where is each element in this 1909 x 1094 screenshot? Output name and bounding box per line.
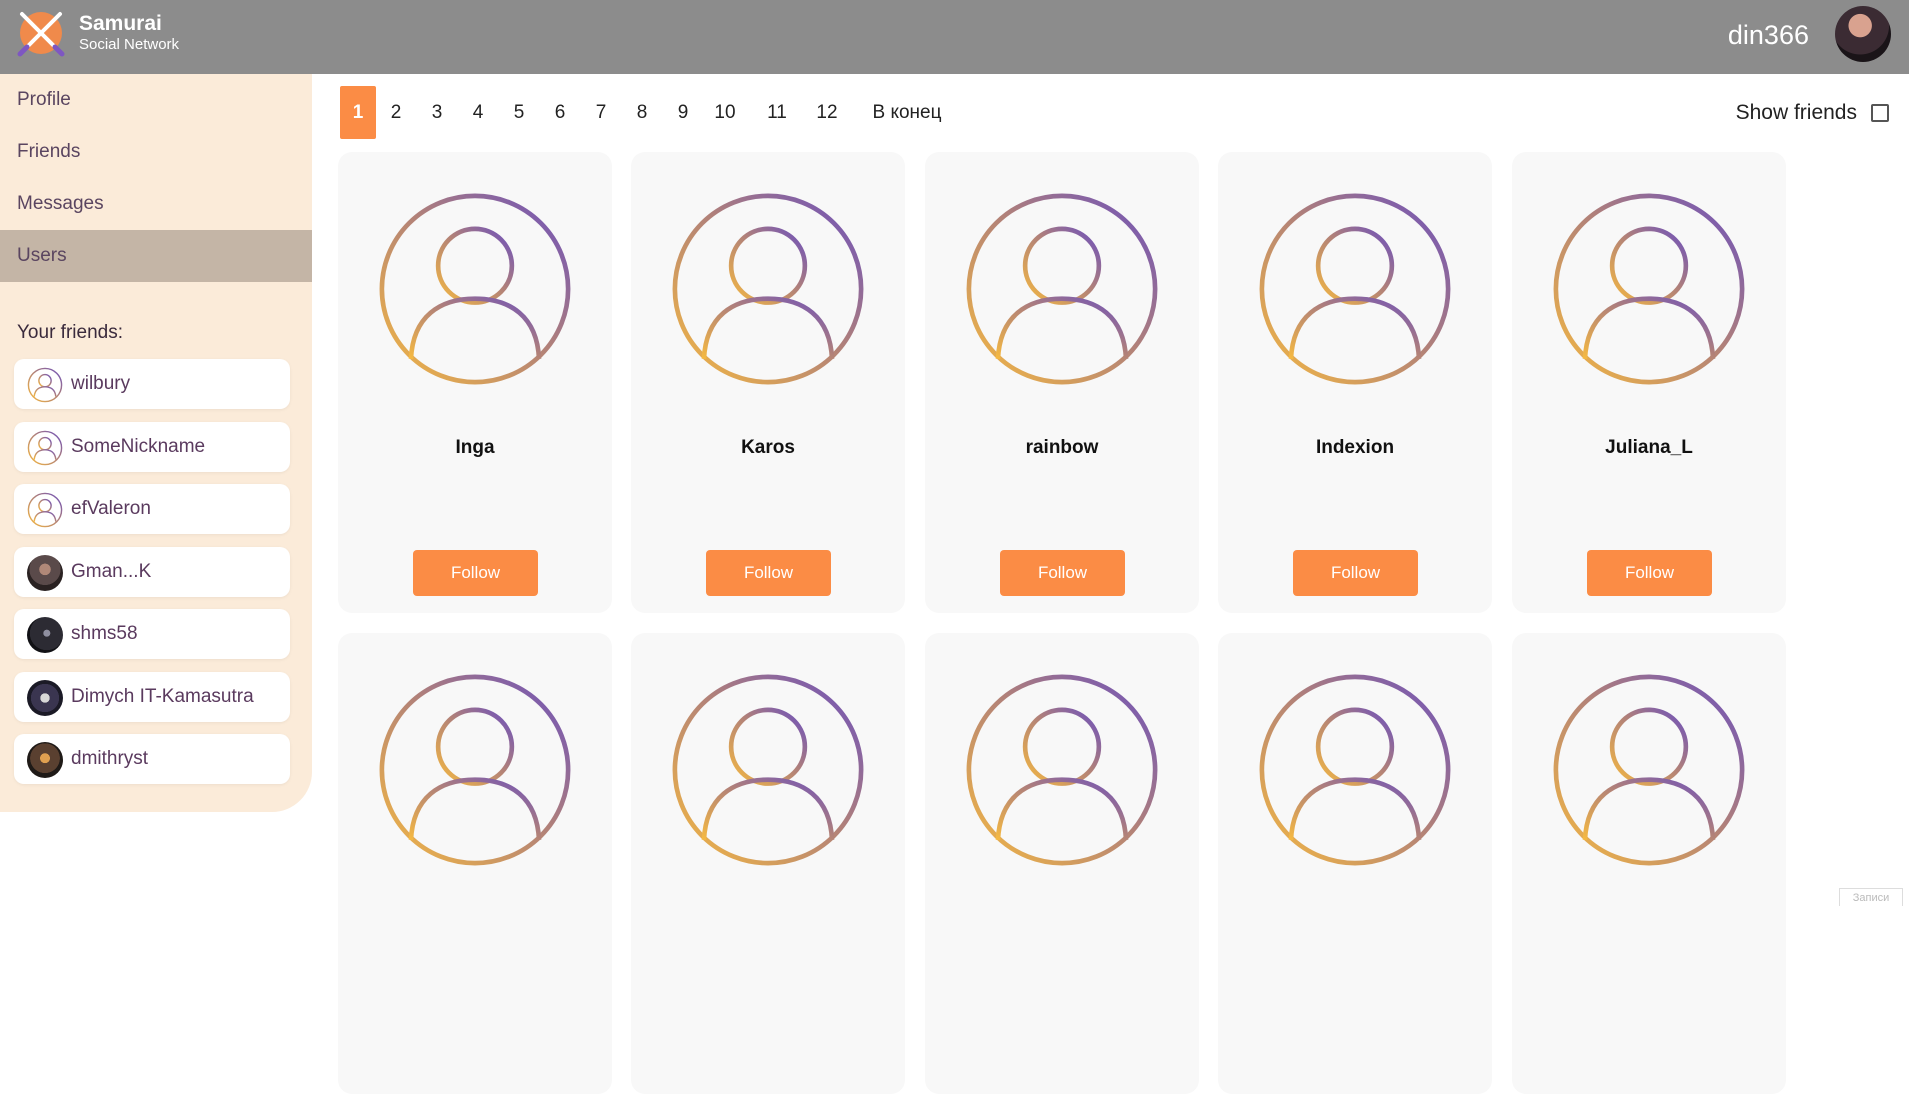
page-7[interactable]: 7: [589, 86, 613, 139]
friend-name: Dimych IT-Kamasutra: [71, 686, 254, 708]
default-user-icon[interactable]: [1258, 673, 1452, 867]
friend-name: SomeNickname: [71, 436, 205, 458]
default-user-icon: [27, 430, 63, 466]
page-11[interactable]: 11: [761, 86, 793, 139]
default-user-icon[interactable]: [378, 192, 572, 386]
sidebar-item-profile[interactable]: Profile: [0, 74, 312, 126]
brand-subtitle: Social Network: [79, 36, 179, 54]
follow-button[interactable]: Follow: [1293, 550, 1418, 596]
friends-title: Your friends:: [17, 322, 123, 344]
user-card: rainbow Follow: [925, 152, 1199, 613]
crossed-swords-icon[interactable]: [16, 8, 66, 58]
default-user-icon[interactable]: [1552, 673, 1746, 867]
brand[interactable]: Samurai Social Network: [79, 12, 179, 54]
page-12[interactable]: 12: [811, 86, 843, 139]
sidebar-item-messages[interactable]: Messages: [0, 178, 312, 230]
page-8[interactable]: 8: [630, 86, 654, 139]
default-user-icon[interactable]: [965, 673, 1159, 867]
user-name[interactable]: Juliana_L: [1512, 437, 1786, 459]
follow-button[interactable]: Follow: [413, 550, 538, 596]
sidebar: Profile Friends Messages Users Your frie…: [0, 74, 312, 812]
default-user-icon[interactable]: [671, 673, 865, 867]
page-4[interactable]: 4: [466, 86, 490, 139]
friend-item[interactable]: shms58: [14, 609, 290, 659]
friend-item[interactable]: dmithryst: [14, 734, 290, 784]
show-friends-checkbox[interactable]: [1871, 104, 1889, 122]
default-user-icon[interactable]: [1258, 192, 1452, 386]
page-1[interactable]: 1: [340, 86, 376, 139]
page-9[interactable]: 9: [671, 86, 695, 139]
page-6[interactable]: 6: [548, 86, 572, 139]
default-user-icon[interactable]: [965, 192, 1159, 386]
friend-photo: [27, 680, 63, 716]
sidebar-item-friends[interactable]: Friends: [0, 126, 312, 178]
page-last[interactable]: В конец: [867, 86, 947, 139]
default-user-icon[interactable]: [1552, 192, 1746, 386]
sidebar-item-users[interactable]: Users: [0, 230, 312, 282]
show-friends-label: Show friends: [1736, 101, 1857, 125]
current-username[interactable]: din366: [1728, 18, 1809, 52]
corner-label[interactable]: Записи: [1839, 888, 1903, 906]
user-card: [1512, 633, 1786, 1094]
follow-button[interactable]: Follow: [1587, 550, 1712, 596]
friend-item[interactable]: SomeNickname: [14, 422, 290, 472]
friend-photo: [27, 555, 63, 591]
friend-item[interactable]: efValeron: [14, 484, 290, 534]
friend-name: dmithryst: [71, 748, 148, 770]
default-user-icon: [27, 492, 63, 528]
friend-item[interactable]: Dimych IT-Kamasutra: [14, 672, 290, 722]
default-user-icon[interactable]: [671, 192, 865, 386]
user-card: Juliana_L Follow: [1512, 152, 1786, 613]
user-name[interactable]: Indexion: [1218, 437, 1492, 459]
page-10[interactable]: 10: [709, 86, 741, 139]
friend-name: wilbury: [71, 373, 130, 395]
current-user-avatar[interactable]: [1835, 6, 1891, 62]
top-header: Samurai Social Network din366: [0, 0, 1909, 74]
user-card: [925, 633, 1199, 1094]
friend-photo: [27, 742, 63, 778]
user-name[interactable]: rainbow: [925, 437, 1199, 459]
user-card: Inga Follow: [338, 152, 612, 613]
follow-button[interactable]: Follow: [1000, 550, 1125, 596]
default-user-icon[interactable]: [378, 673, 572, 867]
user-name[interactable]: Karos: [631, 437, 905, 459]
friend-name: Gman...K: [71, 561, 151, 583]
page-2[interactable]: 2: [384, 86, 408, 139]
follow-button[interactable]: Follow: [706, 550, 831, 596]
page-3[interactable]: 3: [425, 86, 449, 139]
friend-photo: [27, 617, 63, 653]
user-card: Karos Follow: [631, 152, 905, 613]
user-card: [631, 633, 905, 1094]
friend-name: shms58: [71, 623, 138, 645]
friend-item[interactable]: Gman...K: [14, 547, 290, 597]
friend-name: efValeron: [71, 498, 151, 520]
sidebar-nav: Profile Friends Messages Users: [0, 74, 312, 282]
user-name[interactable]: Inga: [338, 437, 612, 459]
user-card: Indexion Follow: [1218, 152, 1492, 613]
page-5[interactable]: 5: [507, 86, 531, 139]
default-user-icon: [27, 367, 63, 403]
brand-title: Samurai: [79, 12, 179, 36]
user-card: [338, 633, 612, 1094]
user-card: [1218, 633, 1492, 1094]
friend-item[interactable]: wilbury: [14, 359, 290, 409]
